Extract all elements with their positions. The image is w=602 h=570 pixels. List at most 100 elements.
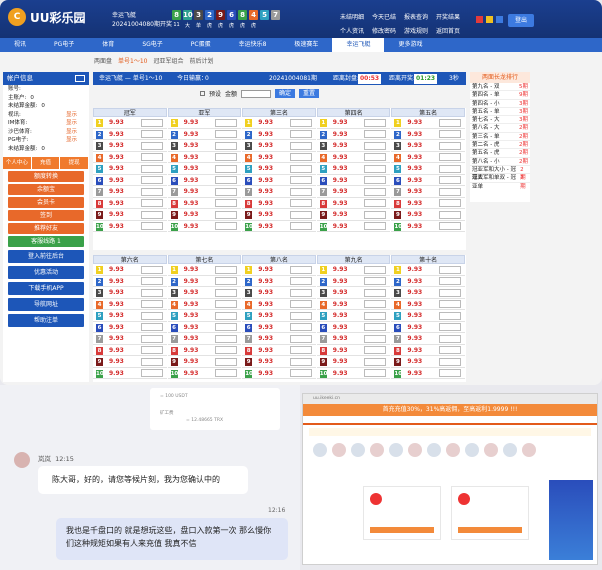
bet-amount-input[interactable] bbox=[215, 118, 238, 127]
bet-amount-input[interactable] bbox=[140, 334, 163, 343]
bet-amount-input[interactable] bbox=[364, 187, 387, 196]
bet-amount-input[interactable] bbox=[215, 277, 238, 285]
bet-amount-input[interactable] bbox=[140, 323, 163, 331]
bet-amount-input[interactable] bbox=[438, 265, 461, 274]
bet-cell[interactable]: 2 9.93 bbox=[316, 275, 391, 287]
account-action-button[interactable]: 签到 bbox=[8, 210, 84, 221]
nav-item[interactable]: 视讯 bbox=[0, 38, 40, 52]
bet-cell[interactable]: 8 9.93 bbox=[391, 344, 465, 356]
bet-amount-input[interactable] bbox=[140, 357, 163, 366]
top-link[interactable]: 开奖结果 bbox=[436, 12, 460, 21]
bet-cell[interactable]: 2 9.93 bbox=[167, 128, 242, 140]
game-icon[interactable] bbox=[503, 443, 517, 457]
bet-cell[interactable]: 9 9.93 bbox=[316, 209, 391, 221]
side-ads[interactable] bbox=[549, 480, 593, 560]
bet-amount-input[interactable] bbox=[438, 210, 461, 219]
lottery-card[interactable] bbox=[363, 486, 441, 540]
support-line-button[interactable]: 客服线路 1 bbox=[8, 236, 84, 247]
bet-amount-input[interactable] bbox=[364, 311, 387, 320]
bet-amount-input[interactable] bbox=[140, 346, 163, 354]
bet-amount-input[interactable] bbox=[364, 153, 387, 161]
bet-cell[interactable]: 8 9.93 bbox=[316, 197, 391, 209]
account-link-button[interactable]: 登入前往后台 bbox=[8, 250, 84, 263]
bet-cell[interactable]: 1 9.93 bbox=[316, 117, 391, 129]
bet-button[interactable] bbox=[458, 527, 522, 533]
game-icon[interactable] bbox=[427, 443, 441, 457]
game-icon[interactable] bbox=[408, 443, 422, 457]
color-dot[interactable] bbox=[496, 16, 503, 23]
bet-cell[interactable]: 1 9.93 bbox=[93, 264, 167, 276]
bet-cell[interactable]: 7 9.93 bbox=[93, 186, 167, 198]
bet-cell[interactable]: 4 9.93 bbox=[93, 151, 167, 163]
top-link[interactable]: 未结明细 bbox=[340, 12, 364, 21]
bet-amount-input[interactable] bbox=[364, 118, 387, 127]
bet-amount-input[interactable] bbox=[364, 265, 387, 274]
bet-cell[interactable]: 3 9.93 bbox=[316, 287, 391, 299]
bet-cell[interactable]: 7 9.93 bbox=[167, 333, 242, 345]
bet-cell[interactable]: 7 9.93 bbox=[242, 186, 316, 198]
bet-amount-input[interactable] bbox=[438, 118, 461, 127]
bet-amount-input[interactable] bbox=[289, 176, 312, 184]
bet-amount-input[interactable] bbox=[215, 141, 238, 150]
subnav-tab[interactable]: 冠亚军组合 bbox=[153, 56, 183, 65]
bet-amount-input[interactable] bbox=[438, 369, 461, 377]
bet-amount-input[interactable] bbox=[438, 357, 461, 366]
bet-cell[interactable]: 8 9.93 bbox=[167, 197, 242, 209]
bet-cell[interactable]: 1 9.93 bbox=[316, 264, 391, 276]
bet-cell[interactable]: 9 9.93 bbox=[242, 209, 316, 221]
bet-cell[interactable]: 9 9.93 bbox=[316, 356, 391, 368]
game-icon[interactable] bbox=[484, 443, 498, 457]
bet-amount-input[interactable] bbox=[289, 187, 312, 196]
bet-amount-input[interactable] bbox=[140, 210, 163, 219]
bet-amount-input[interactable] bbox=[364, 346, 387, 354]
nav-item[interactable]: PG电子 bbox=[40, 38, 88, 52]
bet-amount-input[interactable] bbox=[140, 222, 163, 230]
bet-cell[interactable]: 10 9.93 bbox=[242, 367, 316, 379]
bet-amount-input[interactable] bbox=[364, 357, 387, 366]
bet-amount-input[interactable] bbox=[438, 130, 461, 138]
bet-amount-input[interactable] bbox=[364, 176, 387, 184]
bet-cell[interactable]: 4 9.93 bbox=[316, 151, 391, 163]
bet-cell[interactable]: 10 9.93 bbox=[167, 220, 242, 232]
bet-cell[interactable]: 8 9.93 bbox=[93, 197, 167, 209]
bet-amount-input[interactable] bbox=[364, 130, 387, 138]
bet-cell[interactable]: 1 9.93 bbox=[391, 117, 465, 129]
logo[interactable]: C UU彩乐园 bbox=[8, 8, 86, 26]
bet-cell[interactable]: 3 9.93 bbox=[391, 287, 465, 299]
bet-amount-input[interactable] bbox=[364, 222, 387, 230]
bet-cell[interactable]: 5 9.93 bbox=[391, 310, 465, 322]
bet-amount-input[interactable] bbox=[438, 176, 461, 184]
bet-amount-input[interactable] bbox=[215, 346, 238, 354]
amount-input[interactable] bbox=[241, 89, 272, 98]
bet-amount-input[interactable] bbox=[438, 153, 461, 161]
bet-amount-input[interactable] bbox=[140, 369, 163, 377]
bet-cell[interactable]: 5 9.93 bbox=[391, 163, 465, 175]
bet-cell[interactable]: 9 9.93 bbox=[167, 209, 242, 221]
bet-amount-input[interactable] bbox=[140, 187, 163, 196]
bet-cell[interactable]: 10 9.93 bbox=[93, 367, 167, 379]
show-balance-link[interactable]: 显示 bbox=[66, 111, 77, 120]
show-balance-link[interactable]: 显示 bbox=[66, 119, 77, 128]
bet-cell[interactable]: 5 9.93 bbox=[93, 310, 167, 322]
bet-amount-input[interactable] bbox=[438, 323, 461, 331]
bet-amount-input[interactable] bbox=[215, 199, 238, 207]
bet-amount-input[interactable] bbox=[438, 199, 461, 207]
bet-amount-input[interactable] bbox=[215, 222, 238, 230]
bet-cell[interactable]: 4 9.93 bbox=[242, 151, 316, 163]
bet-amount-input[interactable] bbox=[289, 141, 312, 150]
subnav-tab[interactable]: 两面盘 bbox=[94, 56, 112, 65]
bet-cell[interactable]: 7 9.93 bbox=[167, 186, 242, 198]
bet-amount-input[interactable] bbox=[140, 153, 163, 161]
bet-cell[interactable]: 10 9.93 bbox=[316, 220, 391, 232]
bet-amount-input[interactable] bbox=[215, 357, 238, 366]
nav-item[interactable]: 幸运飞艇 bbox=[332, 38, 385, 52]
bet-cell[interactable]: 7 9.93 bbox=[316, 186, 391, 198]
bet-cell[interactable]: 9 9.93 bbox=[93, 209, 167, 221]
bet-cell[interactable]: 8 9.93 bbox=[242, 197, 316, 209]
bet-cell[interactable]: 2 9.93 bbox=[391, 275, 465, 287]
bet-cell[interactable]: 8 9.93 bbox=[391, 197, 465, 209]
color-dot[interactable] bbox=[476, 16, 483, 23]
bet-amount-input[interactable] bbox=[215, 187, 238, 196]
reset-button[interactable]: 重置 bbox=[299, 89, 320, 98]
bet-cell[interactable]: 3 9.93 bbox=[167, 287, 242, 299]
